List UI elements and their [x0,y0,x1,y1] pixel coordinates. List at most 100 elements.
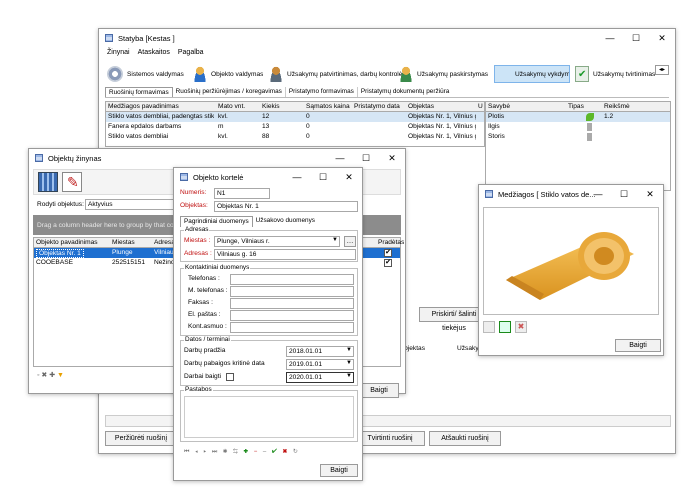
close-button[interactable]: ✕ [336,168,362,186]
medziagos-close-button[interactable]: Baigti [615,339,661,352]
minimize-button[interactable]: — [585,185,611,203]
grid-row[interactable]: Stiklo vatos dembliai, padengtas stiklo … [106,112,484,122]
tab-pristatymu-dokumentu[interactable]: Pristatymų dokumentų peržiūra [358,87,452,97]
doc-icon [587,133,592,141]
doc-icon [587,123,592,131]
col-pradetas[interactable]: Pradėtas [378,239,404,246]
miestas-select[interactable]: Plunge, Vilniaus r. [214,236,340,247]
maximize-button[interactable]: ☐ [611,185,637,203]
col-tipas[interactable]: Tipas [568,103,584,110]
medziagos-title: Medžiagos [ Stiklo vatos de... [498,189,596,199]
miestas-browse-button[interactable]: … [344,236,356,247]
baigti-date-input[interactable]: 2020.01.01 [286,372,354,383]
distribute-icon [399,66,413,82]
tool-uzsakymu-patvirtinimas[interactable]: Užsakymų patvirtinimas, darbų kontrolė [287,71,402,78]
col-savybe[interactable]: Savybė [488,103,510,110]
load-image-icon[interactable] [499,321,511,333]
material-image-panel [483,207,659,315]
m-telefonas-input[interactable] [230,286,354,297]
pradzia-date-input[interactable]: 2018.01.01 [286,346,354,357]
close-button[interactable]: ✕ [637,185,663,203]
darbai-baigti-label: Darbai baigti [184,373,222,380]
col-mato-vnt[interactable]: Mato vnt. [218,103,245,110]
col-objekto-pavadinimas[interactable]: Objekto pavadinimas [36,239,98,246]
atsaukti-ruosini-button[interactable]: Atšaukti ruošinį [429,431,501,446]
objektas-input[interactable]: Objektas Nr. 1 [214,201,358,212]
menu-ataskaitos[interactable]: Ataskaitos [138,47,170,59]
cell-kaina: 0 [306,133,310,140]
minimize-button[interactable]: — [597,29,623,47]
delete-image-icon[interactable]: ✖ [515,321,527,333]
col-pristatymo-data[interactable]: Pristatymo data [354,103,400,110]
close-button[interactable]: ✕ [649,29,675,47]
telefonas-input[interactable] [230,274,354,285]
pradetas-checkbox[interactable]: ✔ [384,249,392,257]
gear-icon [107,66,123,82]
darbu-pradzia-label: Darbų pradžia [184,347,226,354]
numeris-input[interactable]: N1 [214,188,270,199]
nav-icons[interactable]: ◦ ✖ ✚ ▼ [37,371,64,379]
edit-icon[interactable]: ✎ [62,172,82,192]
tvirtinti-ruosini-button[interactable]: Tvirtinti ruošinį [355,431,425,446]
prop-row[interactable]: Ilgis [486,122,670,132]
app-icon [105,34,113,42]
kortele-close-button[interactable]: Baigti [320,464,358,477]
filter-label: Rodyti objektus: [37,201,84,208]
col-objektas[interactable]: Objektas [408,103,434,110]
tool-uzsakymu-tvirtinimas[interactable]: Užsakymų tvirtinimas [593,71,655,78]
tool-objekto-valdymas[interactable]: Objekto valdymas [211,71,263,78]
minimize-button[interactable]: — [284,168,310,186]
maximize-button[interactable]: ☐ [353,149,379,167]
pradetas-checkbox[interactable]: ✔ [384,259,392,267]
chevron-down-icon[interactable]: ▼ [332,237,338,243]
menu-pagalba[interactable]: Pagalba [178,47,204,59]
chevron-down-icon[interactable]: ▼ [346,373,352,379]
cell-savybe: Storis [488,133,505,140]
tab-uzsakovo-duomenys[interactable]: Užsakovo duomenys [253,216,318,227]
grid-row[interactable]: Fanera epdalos darbams m 13 0 Objektas N… [106,122,484,132]
close-button[interactable]: ✕ [379,149,405,167]
el-pastas-input[interactable] [230,310,354,321]
chevron-down-icon[interactable]: ▼ [346,347,352,353]
cell-mato-vnt: kvl. [218,113,228,120]
adresas-group-title: Adresas [184,226,210,233]
faksas-input[interactable] [230,298,354,309]
tool-uzsakymu-vykdymas[interactable]: Užsakymų vykdymas [494,65,570,83]
toolbar-scroll-arrows[interactable]: ◂▸ [655,65,669,75]
prop-row[interactable]: Plotis 1.2 [486,112,670,122]
zinynas-close-button[interactable]: Baigti [359,383,399,398]
perziureti-ruosini-button[interactable]: Peržiūrėti ruošinį [105,431,177,446]
pabaiga-date-input[interactable]: 2019.01.01 [286,359,354,370]
grid-row[interactable]: Stiklo vatos dembliai kvl. 88 0 Objektas… [106,132,484,142]
col-u[interactable]: U [478,103,483,110]
prop-row[interactable]: Storis [486,132,670,142]
tab-ruosiniu-perziurejimas[interactable]: Ruošinių peržiūrėjimas / koregavimas [173,87,286,97]
filter-select[interactable]: Aktyvius [85,199,185,210]
kont-asmuo-input[interactable] [230,322,354,333]
adresas-input[interactable]: Vilniaus g. 16 [214,249,356,260]
col-uzsaky: Užsaky [457,345,479,352]
calculator-icon[interactable] [38,172,58,192]
minimize-button[interactable]: — [327,149,353,167]
tab-pristatymo-formavimas[interactable]: Pristatymo formavimas [286,87,358,97]
record-navigator[interactable]: ⏮ ◂ ▸ ⏭ ✱ ⇆ ✚ − ‒ ✔ ✖ ↻ [184,448,354,458]
col-samatos-kaina[interactable]: Sąmatos kaina [306,103,350,110]
col-kiekis[interactable]: Kiekis [262,103,280,110]
tool-uzsakymu-paskirstymas[interactable]: Užsakymų paskirstymas [417,71,488,78]
objektas-label: Objektas: [180,202,208,209]
menu-zinynai[interactable]: Žinynai [107,47,130,59]
darbai-baigti-checkbox[interactable] [226,373,234,381]
col-reiksme[interactable]: Reikšmė [604,103,630,110]
m-telefonas-label: M. telefonas : [188,287,228,294]
tab-ruosiniu-formavimas[interactable]: Ruošinių formavimas [105,87,173,97]
col-pavadinimas[interactable]: Medžiagos pavadinimas [108,103,179,110]
pastabos-group-title: Pastabos [184,386,213,393]
col-miestas[interactable]: Miestas [112,239,135,246]
image-icon[interactable] [483,321,495,333]
chevron-down-icon[interactable]: ▼ [346,360,352,366]
tool-sistemos-valdymas[interactable]: Sistemos valdymas [127,71,184,78]
maximize-button[interactable]: ☐ [623,29,649,47]
pastabos-textarea[interactable] [184,396,354,438]
maximize-button[interactable]: ☐ [310,168,336,186]
tabs-bar: Ruošinių formavimas Ruošinių peržiūrėjim… [105,87,669,98]
